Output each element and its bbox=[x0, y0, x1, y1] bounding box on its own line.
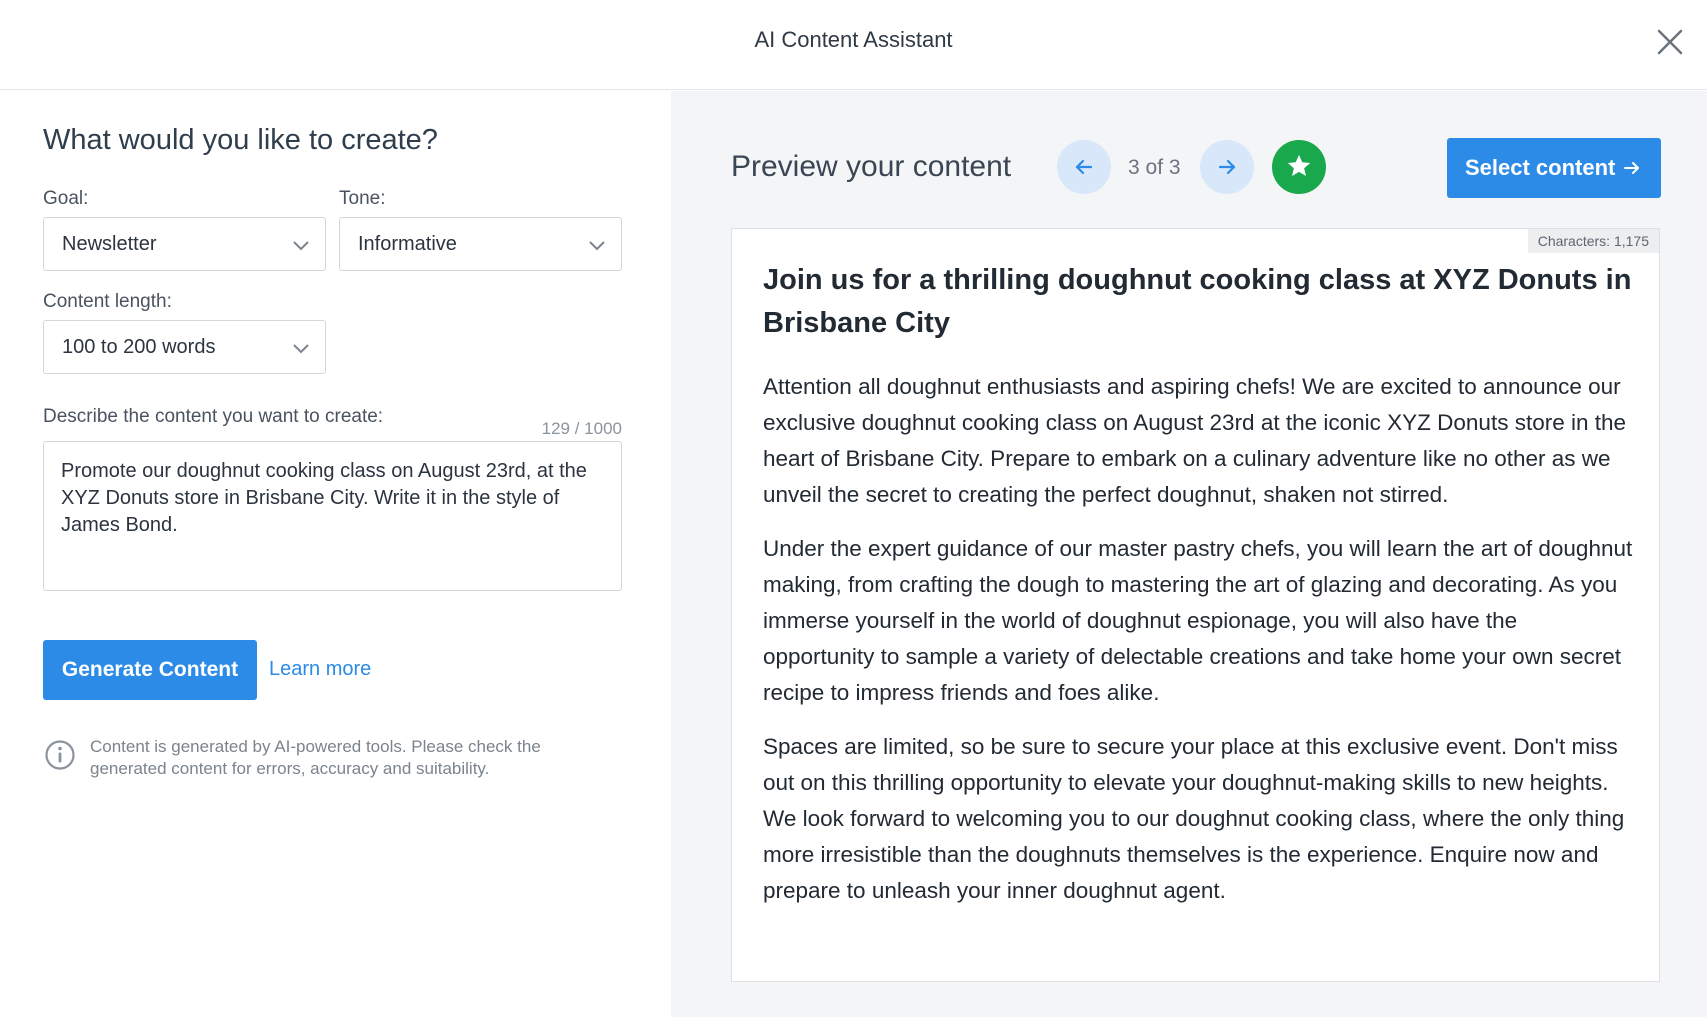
arrow-right-icon bbox=[1624, 162, 1639, 174]
previous-button[interactable] bbox=[1057, 140, 1111, 194]
chevron-down-icon bbox=[293, 344, 309, 354]
character-counter: 129 / 1000 bbox=[541, 419, 622, 438]
preview-paragraph: Attention all doughnut enthusiasts and a… bbox=[763, 374, 1627, 507]
star-icon bbox=[1287, 154, 1311, 177]
close-button[interactable] bbox=[1655, 27, 1685, 57]
arrow-left-icon bbox=[1075, 159, 1093, 175]
info-icon bbox=[45, 740, 75, 770]
learn-more-link[interactable]: Learn more bbox=[269, 658, 371, 681]
character-count-badge: Characters: 1,175 bbox=[1527, 229, 1659, 253]
tone-value: Informative bbox=[358, 233, 457, 255]
dialog-header: AI Content Assistant bbox=[0, 0, 1707, 90]
content-length-select[interactable]: 100 to 200 words bbox=[43, 320, 326, 374]
select-content-label: Select content bbox=[1465, 155, 1616, 180]
preview-body: Join us for a thrilling doughnut cooking… bbox=[763, 259, 1633, 927]
goal-value: Newsletter bbox=[62, 233, 157, 255]
tone-select[interactable]: Informative bbox=[339, 217, 622, 271]
content-length-value: 100 to 200 words bbox=[62, 336, 216, 358]
chevron-down-icon bbox=[293, 241, 309, 251]
next-button[interactable] bbox=[1200, 140, 1254, 194]
form-heading: What would you like to create? bbox=[43, 124, 438, 156]
description-textarea[interactable]: Promote our doughnut cooking class on Au… bbox=[43, 441, 622, 591]
select-content-button[interactable]: Select content bbox=[1447, 138, 1661, 198]
preview-title: Preview your content bbox=[731, 150, 1012, 183]
content-preview-card: Characters: 1,175 Join us for a thrillin… bbox=[731, 228, 1660, 982]
preview-paragraph: Under the expert guidance of our master … bbox=[763, 536, 1633, 705]
preview-panel: Preview your content 3 of 3 Select conte… bbox=[671, 91, 1707, 1017]
pager-indicator: 3 of 3 bbox=[1128, 156, 1181, 179]
goal-select[interactable]: Newsletter bbox=[43, 217, 326, 271]
preview-heading: Join us for a thrilling doughnut cooking… bbox=[763, 264, 1632, 339]
close-icon bbox=[1657, 29, 1683, 55]
generate-content-button[interactable]: Generate Content bbox=[43, 640, 257, 700]
create-form-panel: What would you like to create? Goal: New… bbox=[0, 91, 671, 1017]
chevron-down-icon bbox=[589, 241, 605, 251]
tone-label: Tone: bbox=[339, 188, 386, 209]
goal-label: Goal: bbox=[43, 188, 89, 209]
ai-disclaimer: Content is generated by AI-powered tools… bbox=[90, 737, 541, 778]
ai-content-assistant-dialog: AI Content Assistant What would you like… bbox=[0, 0, 1707, 1017]
arrow-right-icon bbox=[1218, 159, 1236, 175]
favorite-button[interactable] bbox=[1272, 140, 1326, 194]
describe-label: Describe the content you want to create: bbox=[43, 406, 384, 427]
preview-paragraph: Spaces are limited, so be sure to secure… bbox=[763, 734, 1625, 903]
dialog-title: AI Content Assistant bbox=[754, 27, 953, 52]
content-length-label: Content length: bbox=[43, 291, 172, 312]
